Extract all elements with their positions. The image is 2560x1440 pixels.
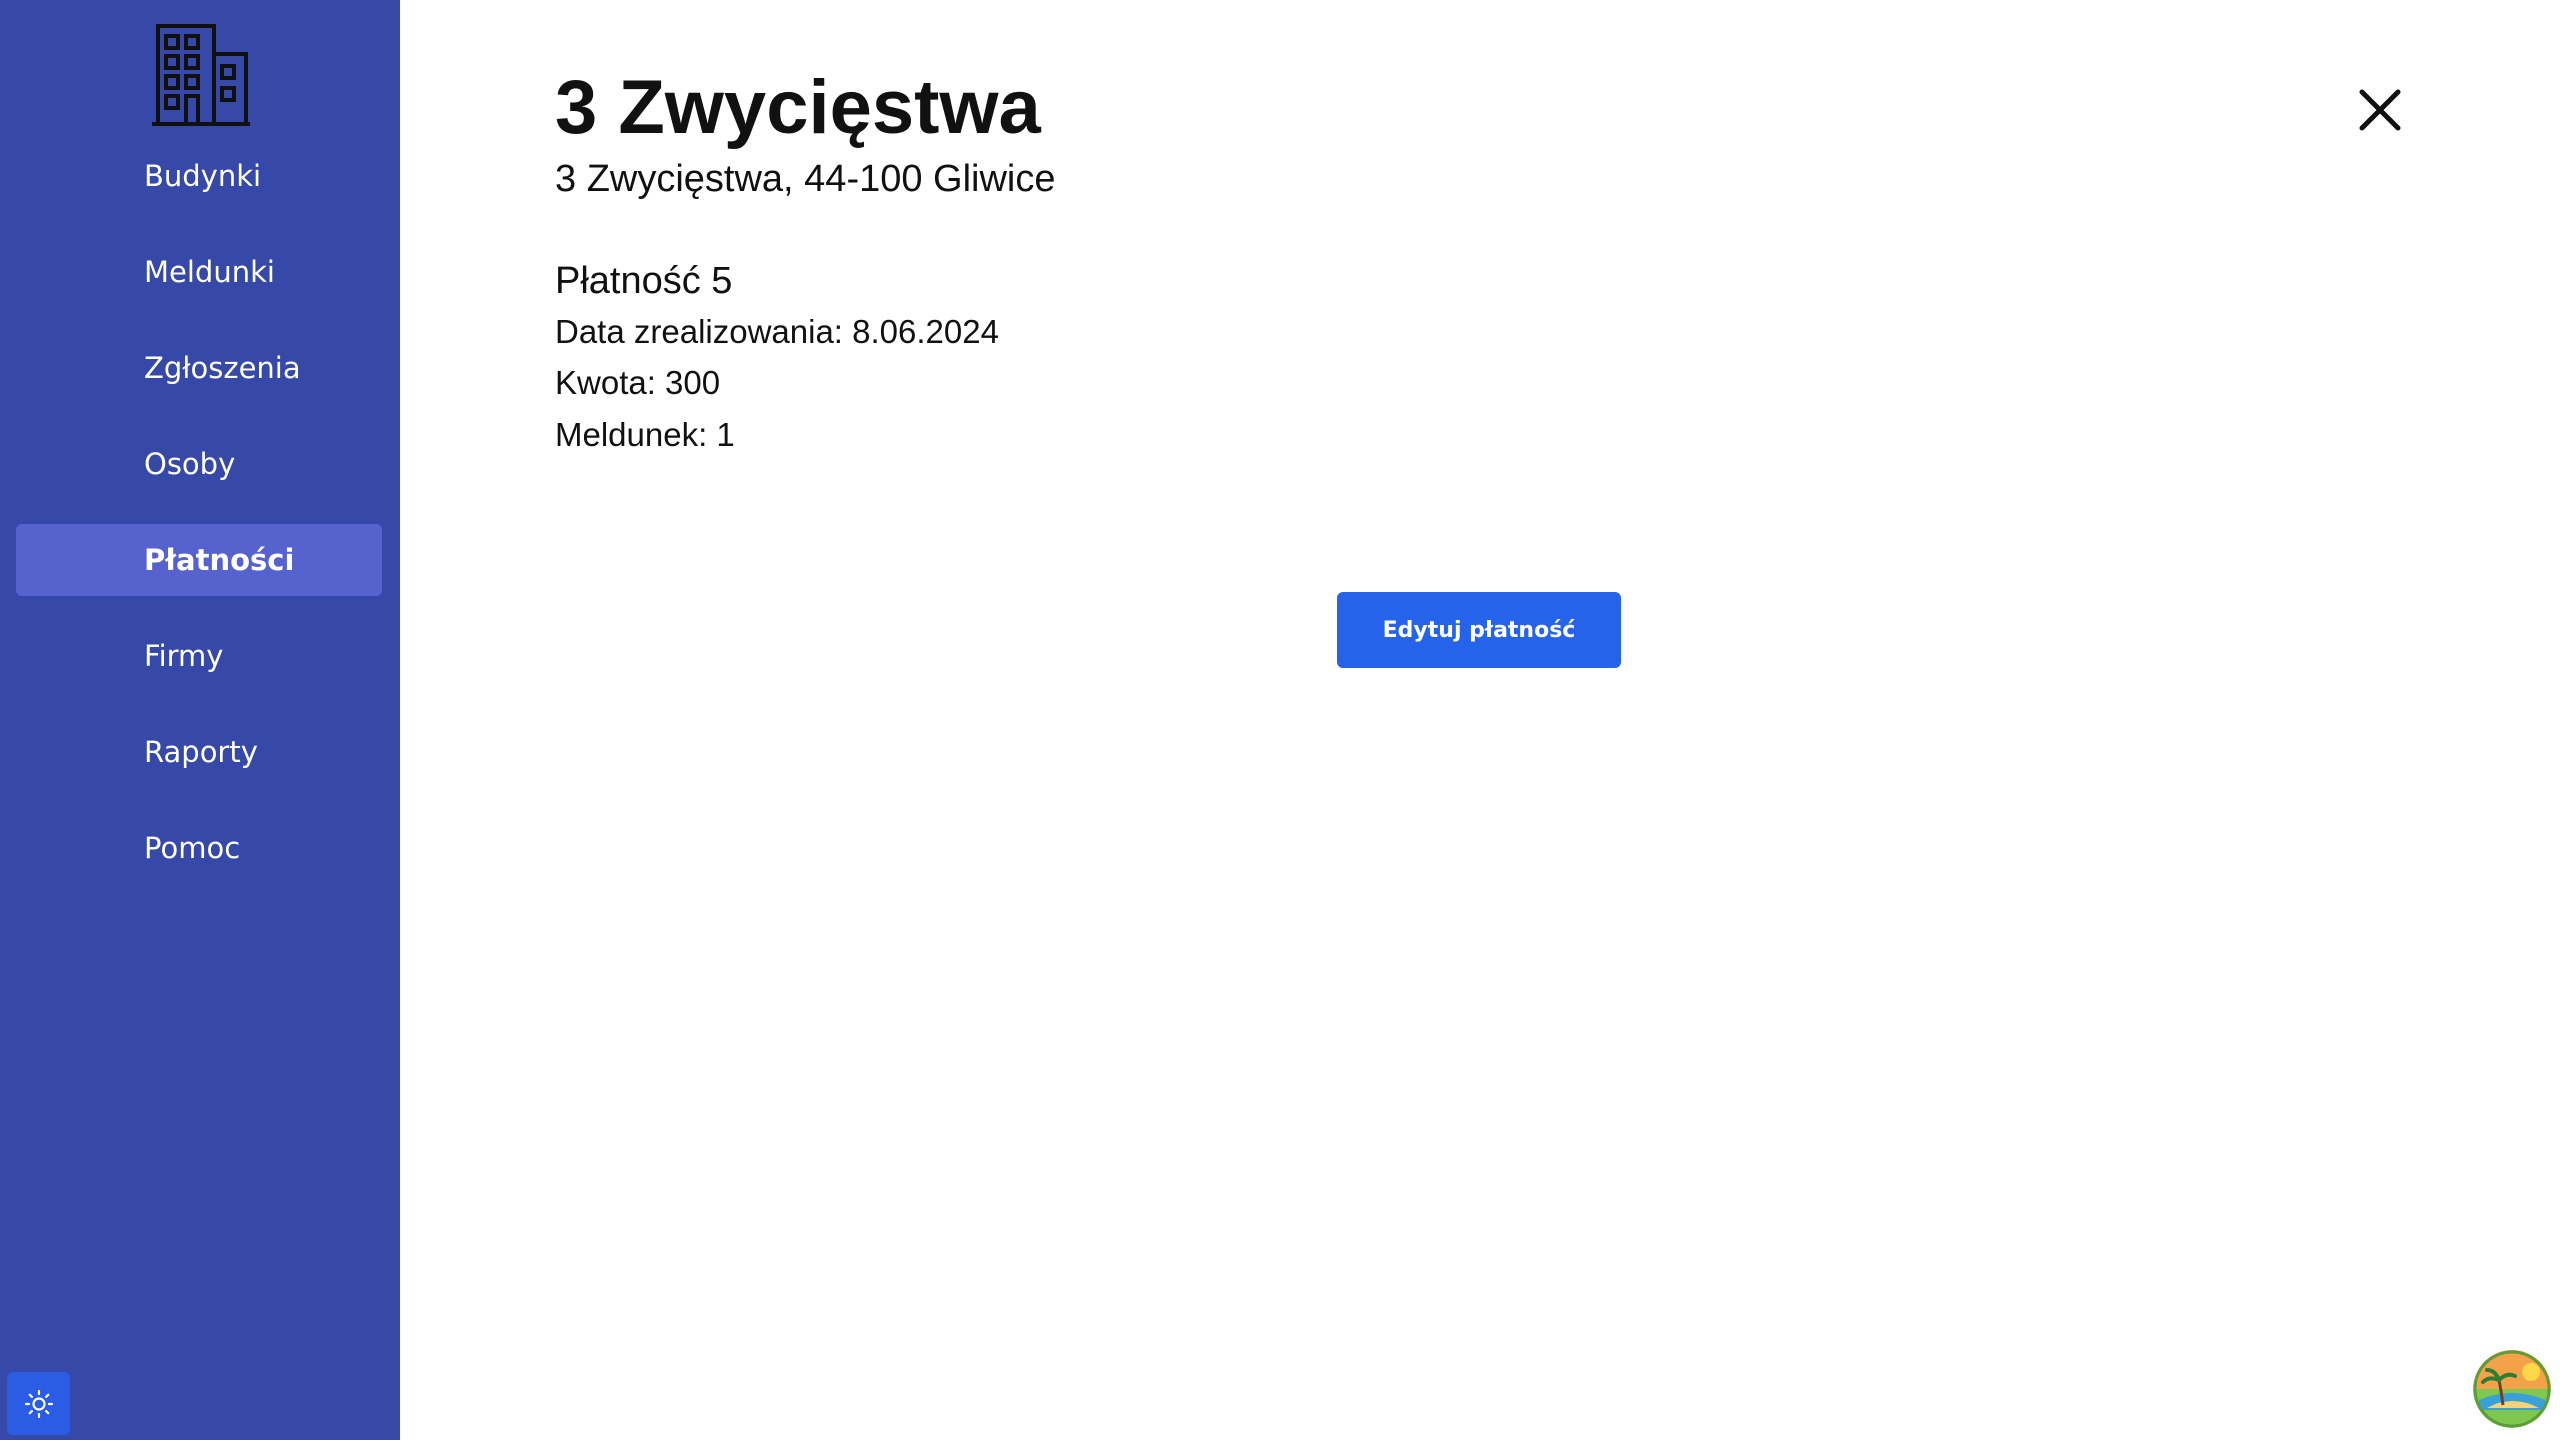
sidebar: Budynki Meldunki Zgłoszenia Osoby Płatno… xyxy=(0,0,400,1440)
building-icon xyxy=(152,24,250,126)
edit-payment-button[interactable]: Edytuj płatność xyxy=(1337,592,1621,668)
sidebar-item-osoby[interactable]: Osoby xyxy=(16,428,382,500)
close-button[interactable] xyxy=(2350,80,2410,140)
sun-icon xyxy=(24,1389,53,1418)
sidebar-item-platnosci[interactable]: Płatności xyxy=(16,524,382,596)
payment-registration: Meldunek: 1 xyxy=(555,416,735,453)
address-subtitle: 3 Zwycięstwa, 44-100 Gliwice xyxy=(555,158,1056,200)
main-content: 3 Zwycięstwa 3 Zwycięstwa, 44-100 Gliwic… xyxy=(400,0,2560,1440)
payment-amount: Kwota: 300 xyxy=(555,364,721,401)
sidebar-item-meldunki[interactable]: Meldunki xyxy=(16,236,382,308)
page-title: 3 Zwycięstwa xyxy=(555,65,1041,150)
theme-toggle-button[interactable] xyxy=(7,1372,70,1435)
sidebar-item-budynki[interactable]: Budynki xyxy=(16,140,382,212)
sidebar-item-firmy[interactable]: Firmy xyxy=(16,620,382,692)
sidebar-item-zgloszenia[interactable]: Zgłoszenia xyxy=(16,332,382,404)
close-icon xyxy=(2359,89,2401,131)
payment-title: Płatność 5 xyxy=(555,260,733,302)
corner-avatar[interactable] xyxy=(2473,1350,2551,1428)
island-icon xyxy=(2473,1350,2551,1428)
sidebar-item-pomoc[interactable]: Pomoc xyxy=(16,812,382,884)
payment-date: Data zrealizowania: 8.06.2024 xyxy=(555,313,999,350)
sidebar-item-raporty[interactable]: Raporty xyxy=(16,716,382,788)
